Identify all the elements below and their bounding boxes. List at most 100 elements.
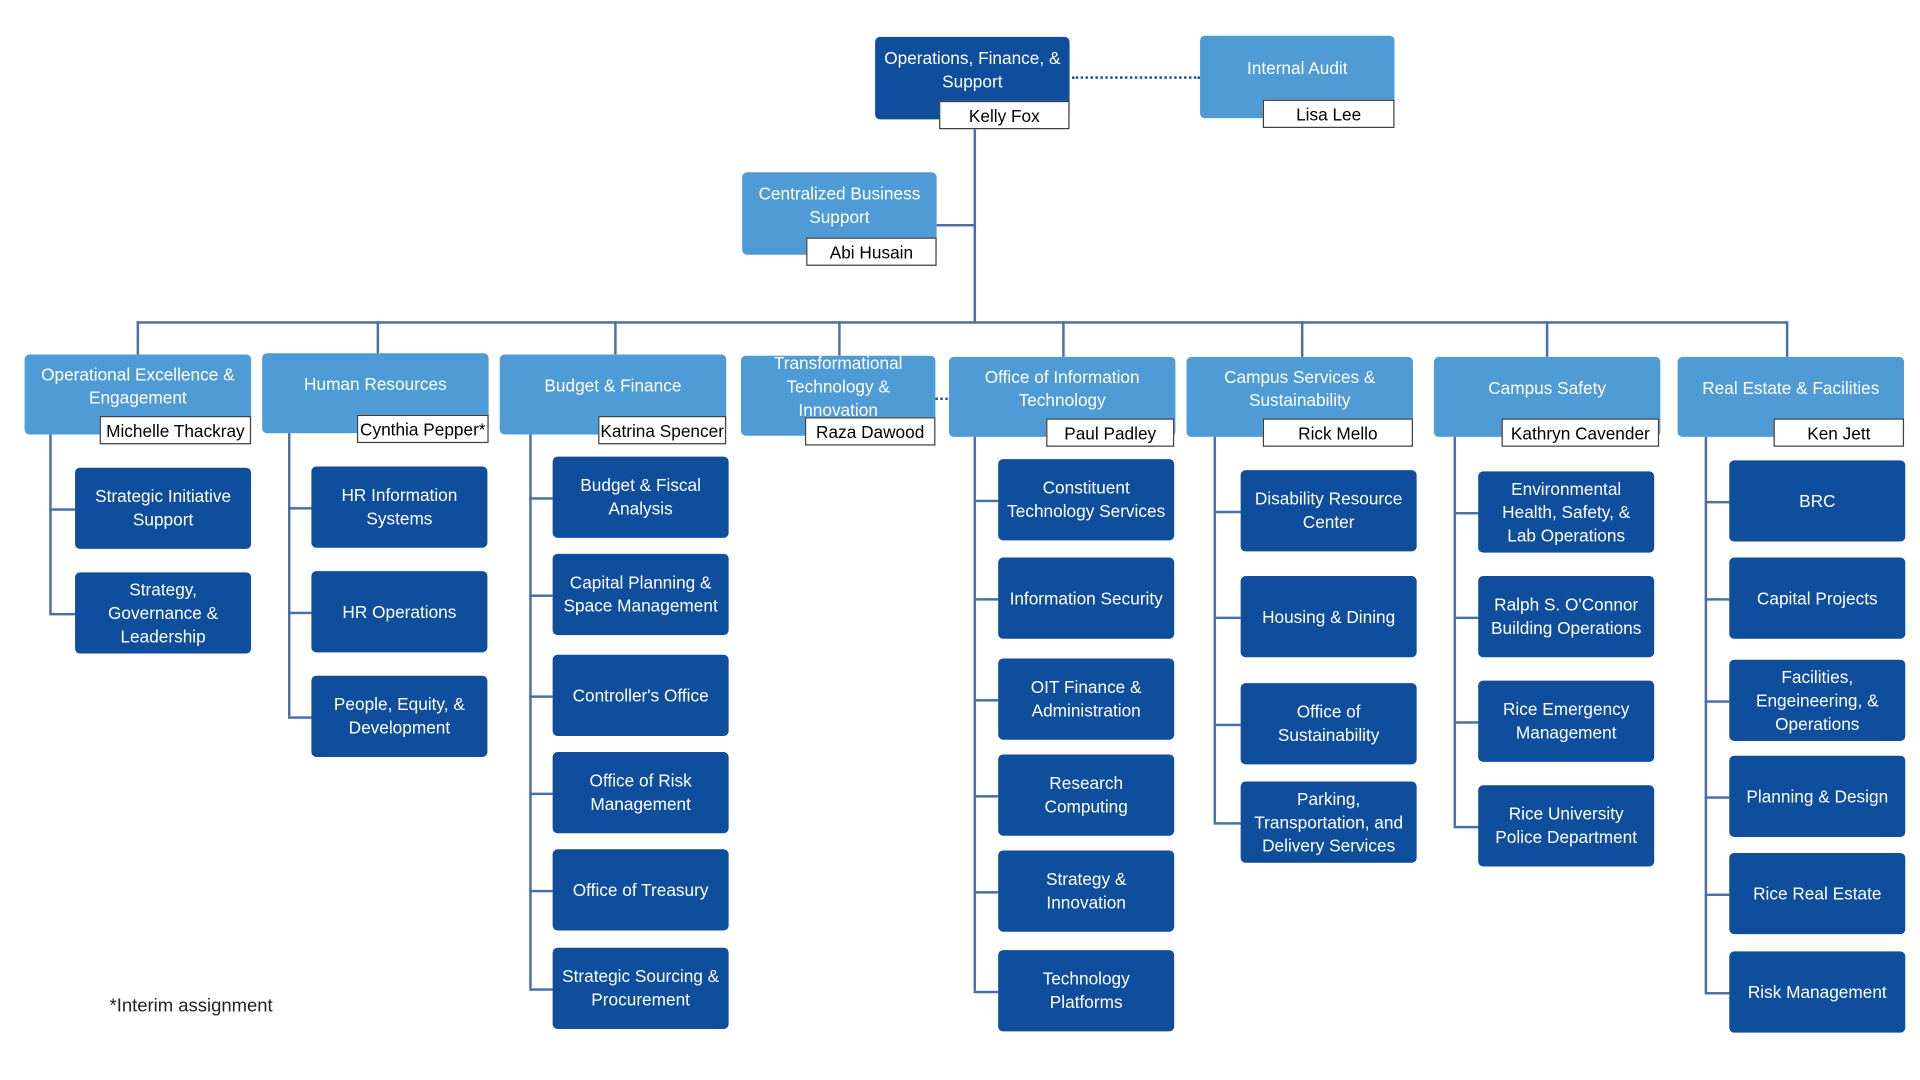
org-box-title: Research Computing: [1044, 772, 1128, 817]
org-box-title: Ralph S. O'Connor Building Operations: [1490, 594, 1642, 638]
org-box-title: Strategy, Governance & Leadership: [108, 579, 219, 646]
org-box-unit[interactable]: Constituent Technology Services: [998, 459, 1175, 541]
dotted-connector: [935, 397, 948, 401]
org-box-title: Disability Resource Center: [1254, 488, 1403, 532]
org-box-title: Transformational Technology & Innovation: [773, 353, 903, 420]
connector-line: [136, 321, 1788, 324]
org-box-title: Campus Services & Sustainability: [1224, 366, 1376, 410]
org-box-unit[interactable]: Strategic Sourcing & Procurement: [552, 947, 729, 1029]
leader-name: Lisa Lee: [1262, 99, 1395, 129]
org-box-unit[interactable]: Strategy & Innovation: [998, 850, 1175, 932]
leader-name: Kathryn Cavender: [1501, 418, 1660, 447]
leader-name: Katrina Spencer: [598, 416, 727, 445]
leader-name: Abi Husain: [806, 237, 937, 266]
org-box-unit[interactable]: BRC: [1729, 460, 1906, 542]
org-box-title: HR Information Systems: [341, 484, 458, 529]
org-box-unit[interactable]: Capital Planning & Space Management: [552, 553, 729, 636]
connector-line: [1704, 436, 1708, 993]
org-box-unit[interactable]: Controller's Office: [552, 654, 729, 737]
connector-line: [529, 497, 553, 500]
connector-line: [973, 891, 999, 894]
connector-line: [136, 321, 140, 355]
org-box-title: Strategic Initiative Support: [95, 486, 232, 530]
connector-line: [1300, 321, 1304, 357]
org-box-unit[interactable]: Environmental Health, Safety, & Lab Oper…: [1478, 471, 1655, 553]
org-box-unit[interactable]: Ralph S. O'Connor Building Operations: [1478, 576, 1655, 658]
connector-line: [614, 321, 617, 355]
connector-line: [973, 795, 999, 798]
connector-line: [529, 434, 532, 989]
connector-line: [1453, 616, 1479, 620]
org-box-title: Rice University Police Department: [1495, 803, 1638, 847]
org-box-title: Rice Emergency Management: [1502, 699, 1630, 743]
connector-line: [973, 598, 999, 601]
leader-name: Ken Jett: [1773, 418, 1905, 447]
org-box-title: Office of Information Technology: [984, 366, 1140, 410]
connector-line: [1704, 500, 1730, 504]
leader-name: Rick Mello: [1262, 418, 1413, 447]
org-box-title: Operations, Finance, & Support: [884, 47, 1061, 91]
footnote: *Interim assignment: [109, 995, 273, 1017]
org-box-unit[interactable]: Parking, Transportation, and Delivery Se…: [1240, 781, 1417, 863]
org-box-title: Information Security: [1009, 587, 1163, 608]
org-box-unit[interactable]: Research Computing: [998, 754, 1175, 836]
org-box-unit[interactable]: People, Equity, & Development: [311, 675, 488, 757]
org-box-title: Human Resources: [304, 374, 447, 394]
connector-line: [529, 988, 553, 991]
org-box-title: Internal Audit: [1246, 57, 1348, 78]
org-box-unit[interactable]: Rice University Police Department: [1478, 785, 1655, 867]
org-box-unit[interactable]: OIT Finance & Administration: [998, 658, 1175, 740]
dotted-connector: [1072, 76, 1201, 79]
connector-line: [1213, 436, 1217, 823]
org-box-unit[interactable]: Rice Emergency Management: [1478, 680, 1655, 762]
connector-line: [288, 716, 312, 719]
connector-line: [1704, 598, 1730, 601]
org-box-title: HR Operations: [342, 601, 457, 621]
org-box-unit[interactable]: Information Security: [998, 557, 1175, 639]
org-box-title: Campus Safety: [1488, 377, 1607, 398]
org-box-unit[interactable]: Capital Projects: [1729, 557, 1906, 639]
org-box-unit[interactable]: Housing & Dining: [1240, 576, 1417, 658]
connector-line: [529, 792, 553, 796]
org-box-unit[interactable]: Office of Risk Management: [552, 752, 729, 834]
org-box-unit[interactable]: Office of Treasury: [552, 849, 729, 931]
org-box-unit[interactable]: Office of Sustainability: [1240, 683, 1417, 765]
org-box-unit[interactable]: Strategy, Governance & Leadership: [75, 572, 252, 654]
connector-line: [1453, 825, 1479, 829]
connector-line: [376, 321, 380, 354]
org-box-unit[interactable]: Technology Platforms: [998, 950, 1175, 1032]
connector-line: [1785, 321, 1789, 357]
org-box-unit[interactable]: Planning & Design: [1729, 755, 1906, 837]
org-box-title: Office of Treasury: [572, 879, 709, 900]
org-box-title: Budget & Fiscal Analysis: [580, 475, 701, 519]
org-box-unit[interactable]: Risk Management: [1729, 951, 1906, 1033]
org-box-unit[interactable]: HR Operations: [311, 571, 488, 653]
org-box-title: OIT Finance & Administration: [1030, 676, 1142, 721]
connector-line: [529, 594, 553, 597]
org-box-unit[interactable]: Facilities, Engeineering, & Operations: [1729, 659, 1906, 741]
connector-line: [973, 990, 999, 994]
org-box-title: Office of Risk Management: [589, 770, 692, 814]
connector-line: [1213, 510, 1241, 514]
connector-line: [49, 434, 52, 613]
connector-line: [1704, 992, 1730, 995]
org-box-unit[interactable]: Rice Real Estate: [1729, 852, 1906, 935]
org-box-title: BRC: [1799, 490, 1836, 511]
connector-line: [1453, 721, 1479, 724]
connector-line: [1545, 321, 1549, 357]
org-box-unit[interactable]: Disability Resource Center: [1240, 470, 1417, 552]
connector-line: [49, 612, 76, 616]
org-box-title: Facilities, Engeineering, & Operations: [1755, 666, 1879, 733]
org-box-title: Planning & Design: [1746, 785, 1889, 806]
org-box-unit[interactable]: Strategic Initiative Support: [75, 467, 252, 549]
leader-name: Kelly Fox: [939, 100, 1070, 130]
org-box-title: Strategic Sourcing & Procurement: [562, 966, 720, 1010]
connector-line: [288, 507, 312, 510]
connector-line: [1704, 893, 1730, 897]
org-box-title: Capital Planning & Space Management: [563, 572, 718, 616]
org-box-title: Rice Real Estate: [1753, 883, 1882, 903]
org-box-unit[interactable]: Budget & Fiscal Analysis: [552, 456, 729, 538]
leader-name: Raza Dawood: [804, 417, 936, 446]
leader-name: Paul Padley: [1046, 418, 1175, 447]
org-box-unit[interactable]: HR Information Systems: [311, 466, 488, 548]
